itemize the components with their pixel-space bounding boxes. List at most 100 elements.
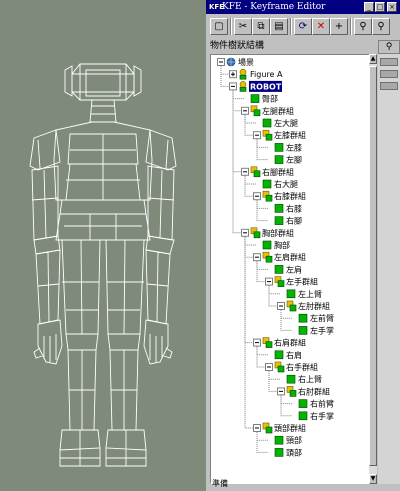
tree-node[interactable]: 左肩: [274, 264, 302, 274]
tree-node[interactable]: 右肩群組: [253, 337, 307, 348]
tree-node[interactable]: 左腿群組: [241, 105, 295, 117]
timeline-track[interactable]: [380, 58, 398, 66]
tree-node[interactable]: 右前臂: [298, 399, 334, 409]
zoom-in-button[interactable]: ⚲: [372, 18, 390, 35]
toolbar-separator: [290, 18, 292, 35]
zoom-out-button[interactable]: ⚲: [354, 18, 372, 35]
status-bar: 準備: [206, 477, 400, 491]
copy-button[interactable]: ⧉: [252, 18, 270, 35]
add-key-button[interactable]: +: [330, 18, 348, 35]
bone-icon: [274, 265, 284, 274]
tree-connector: [280, 310, 292, 331]
object-tree[interactable]: 場景 Figure A ROBOT 臀部 左腿群組 左大腿 左膝群組 左膝 左腳 右腳群組 右大腿右…: [210, 54, 370, 484]
tree-node-label: 右肩群組: [274, 338, 306, 348]
tree-node[interactable]: 右手掌: [298, 411, 334, 421]
tree-node[interactable]: 左手群組: [265, 276, 319, 287]
3d-viewport[interactable]: [0, 0, 206, 491]
timeline-track[interactable]: [380, 82, 398, 90]
tree-connector: [256, 432, 268, 453]
tree-node-label: 臀部: [262, 94, 278, 104]
zoom-in-icon: ⚲: [377, 21, 385, 32]
tree-node-label: 左腿群組: [262, 106, 294, 116]
tree-node[interactable]: 右上臂: [286, 374, 322, 384]
toolbar-separator: [230, 18, 232, 35]
bone-icon: [298, 399, 308, 408]
tree-node-label: 胸部群組: [262, 228, 294, 238]
tree-node-label: Figure A: [250, 70, 283, 79]
bone-icon: [250, 94, 260, 103]
group-icon: [274, 361, 285, 373]
tree-node-label: 頭部: [286, 447, 302, 457]
group-icon: [250, 227, 261, 239]
title-bar[interactable]: KFE KFE - Keyframe Editor _ □ ×: [206, 0, 400, 14]
tree-node-label: 胸部: [274, 240, 290, 250]
tree-node[interactable]: 左手掌: [298, 325, 334, 335]
bone-icon: [274, 350, 284, 360]
keyframe-timeline[interactable]: ⚲: [378, 40, 400, 484]
paste-button[interactable]: ▤: [270, 18, 288, 35]
tree-node-label: 左上臂: [298, 289, 322, 299]
tree-scrollbar[interactable]: ▲ ▼: [369, 54, 377, 484]
tree-node[interactable]: 左肘群組: [277, 300, 331, 312]
tree-node-label: 右前臂: [310, 399, 334, 409]
tree-node[interactable]: 頭部: [274, 447, 302, 457]
tree-node[interactable]: 右膝: [274, 203, 302, 213]
tree-node[interactable]: ROBOT: [229, 80, 283, 92]
group-icon: [262, 190, 273, 202]
tree-node-label: 左肩群組: [274, 252, 306, 262]
tree-node[interactable]: 場景: [217, 57, 255, 67]
minimize-icon[interactable]: _: [364, 2, 374, 12]
status-text: 準備: [212, 479, 228, 488]
tree-node[interactable]: 右腳群組: [241, 166, 295, 178]
tree-node-label: ROBOT: [250, 82, 282, 91]
bone-icon: [262, 179, 272, 189]
tree-node[interactable]: 胸部群組: [241, 227, 295, 239]
figure-icon: [239, 68, 247, 80]
new-button[interactable]: ▢: [210, 18, 228, 35]
tree-node-label: 右肘群組: [298, 386, 330, 396]
tree-node[interactable]: 左膝: [274, 142, 302, 152]
tree-node-label: 右手掌: [310, 411, 334, 421]
tree-node[interactable]: 右大腿: [262, 179, 298, 189]
cut-icon: ✂: [238, 21, 248, 32]
tree-node[interactable]: 左肩群組: [253, 251, 307, 263]
close-icon[interactable]: ×: [387, 2, 397, 12]
tree-connector: [256, 139, 268, 161]
tree-node[interactable]: 胸部: [262, 240, 290, 250]
scroll-up-icon[interactable]: ▲: [369, 54, 377, 64]
maximize-icon[interactable]: □: [375, 2, 385, 12]
tree-node[interactable]: Figure A: [229, 68, 283, 80]
tree-node[interactable]: 頸部: [274, 435, 302, 445]
tree-node[interactable]: 右肩: [274, 350, 302, 360]
tree-node[interactable]: 左腳: [274, 155, 302, 165]
tree-node[interactable]: 右腳: [274, 216, 302, 226]
tree-node[interactable]: 右膝群組: [253, 190, 307, 202]
group-icon: [262, 337, 273, 348]
bone-icon: [274, 216, 284, 225]
delete-button[interactable]: ✕: [312, 18, 330, 35]
tree-node[interactable]: 頭部群組: [253, 422, 307, 434]
refresh-button[interactable]: ⟳: [294, 18, 312, 35]
tree-node-label: 左手掌: [310, 325, 334, 335]
window-title: KFE - Keyframe Editor: [222, 2, 326, 12]
tree-node[interactable]: 臀部: [250, 94, 278, 104]
scroll-thumb[interactable]: [369, 66, 377, 466]
tree-node-label: 場景: [238, 57, 254, 67]
tree-node-label: 右大腿: [274, 179, 298, 189]
tree-node[interactable]: 左前臂: [298, 313, 334, 323]
cut-button[interactable]: ✂: [234, 18, 252, 35]
tree-node[interactable]: 左膝群組: [253, 129, 307, 141]
tree-node-label: 左肩: [286, 264, 302, 274]
toolbar-separator: [350, 18, 352, 35]
tree-node[interactable]: 左上臂: [286, 289, 322, 299]
tree-node[interactable]: 右肘群組: [277, 386, 331, 397]
tree-node[interactable]: 右手群組: [265, 361, 319, 373]
tree-node[interactable]: 左大腿: [262, 118, 298, 128]
new-icon: ▢: [214, 21, 224, 32]
timeline-track[interactable]: [380, 70, 398, 78]
bone-icon: [262, 118, 272, 128]
tree-node-label: 頭部群組: [274, 423, 306, 433]
refresh-icon: ⟳: [298, 21, 308, 32]
group-icon: [250, 166, 261, 178]
figure-icon: [239, 81, 247, 92]
